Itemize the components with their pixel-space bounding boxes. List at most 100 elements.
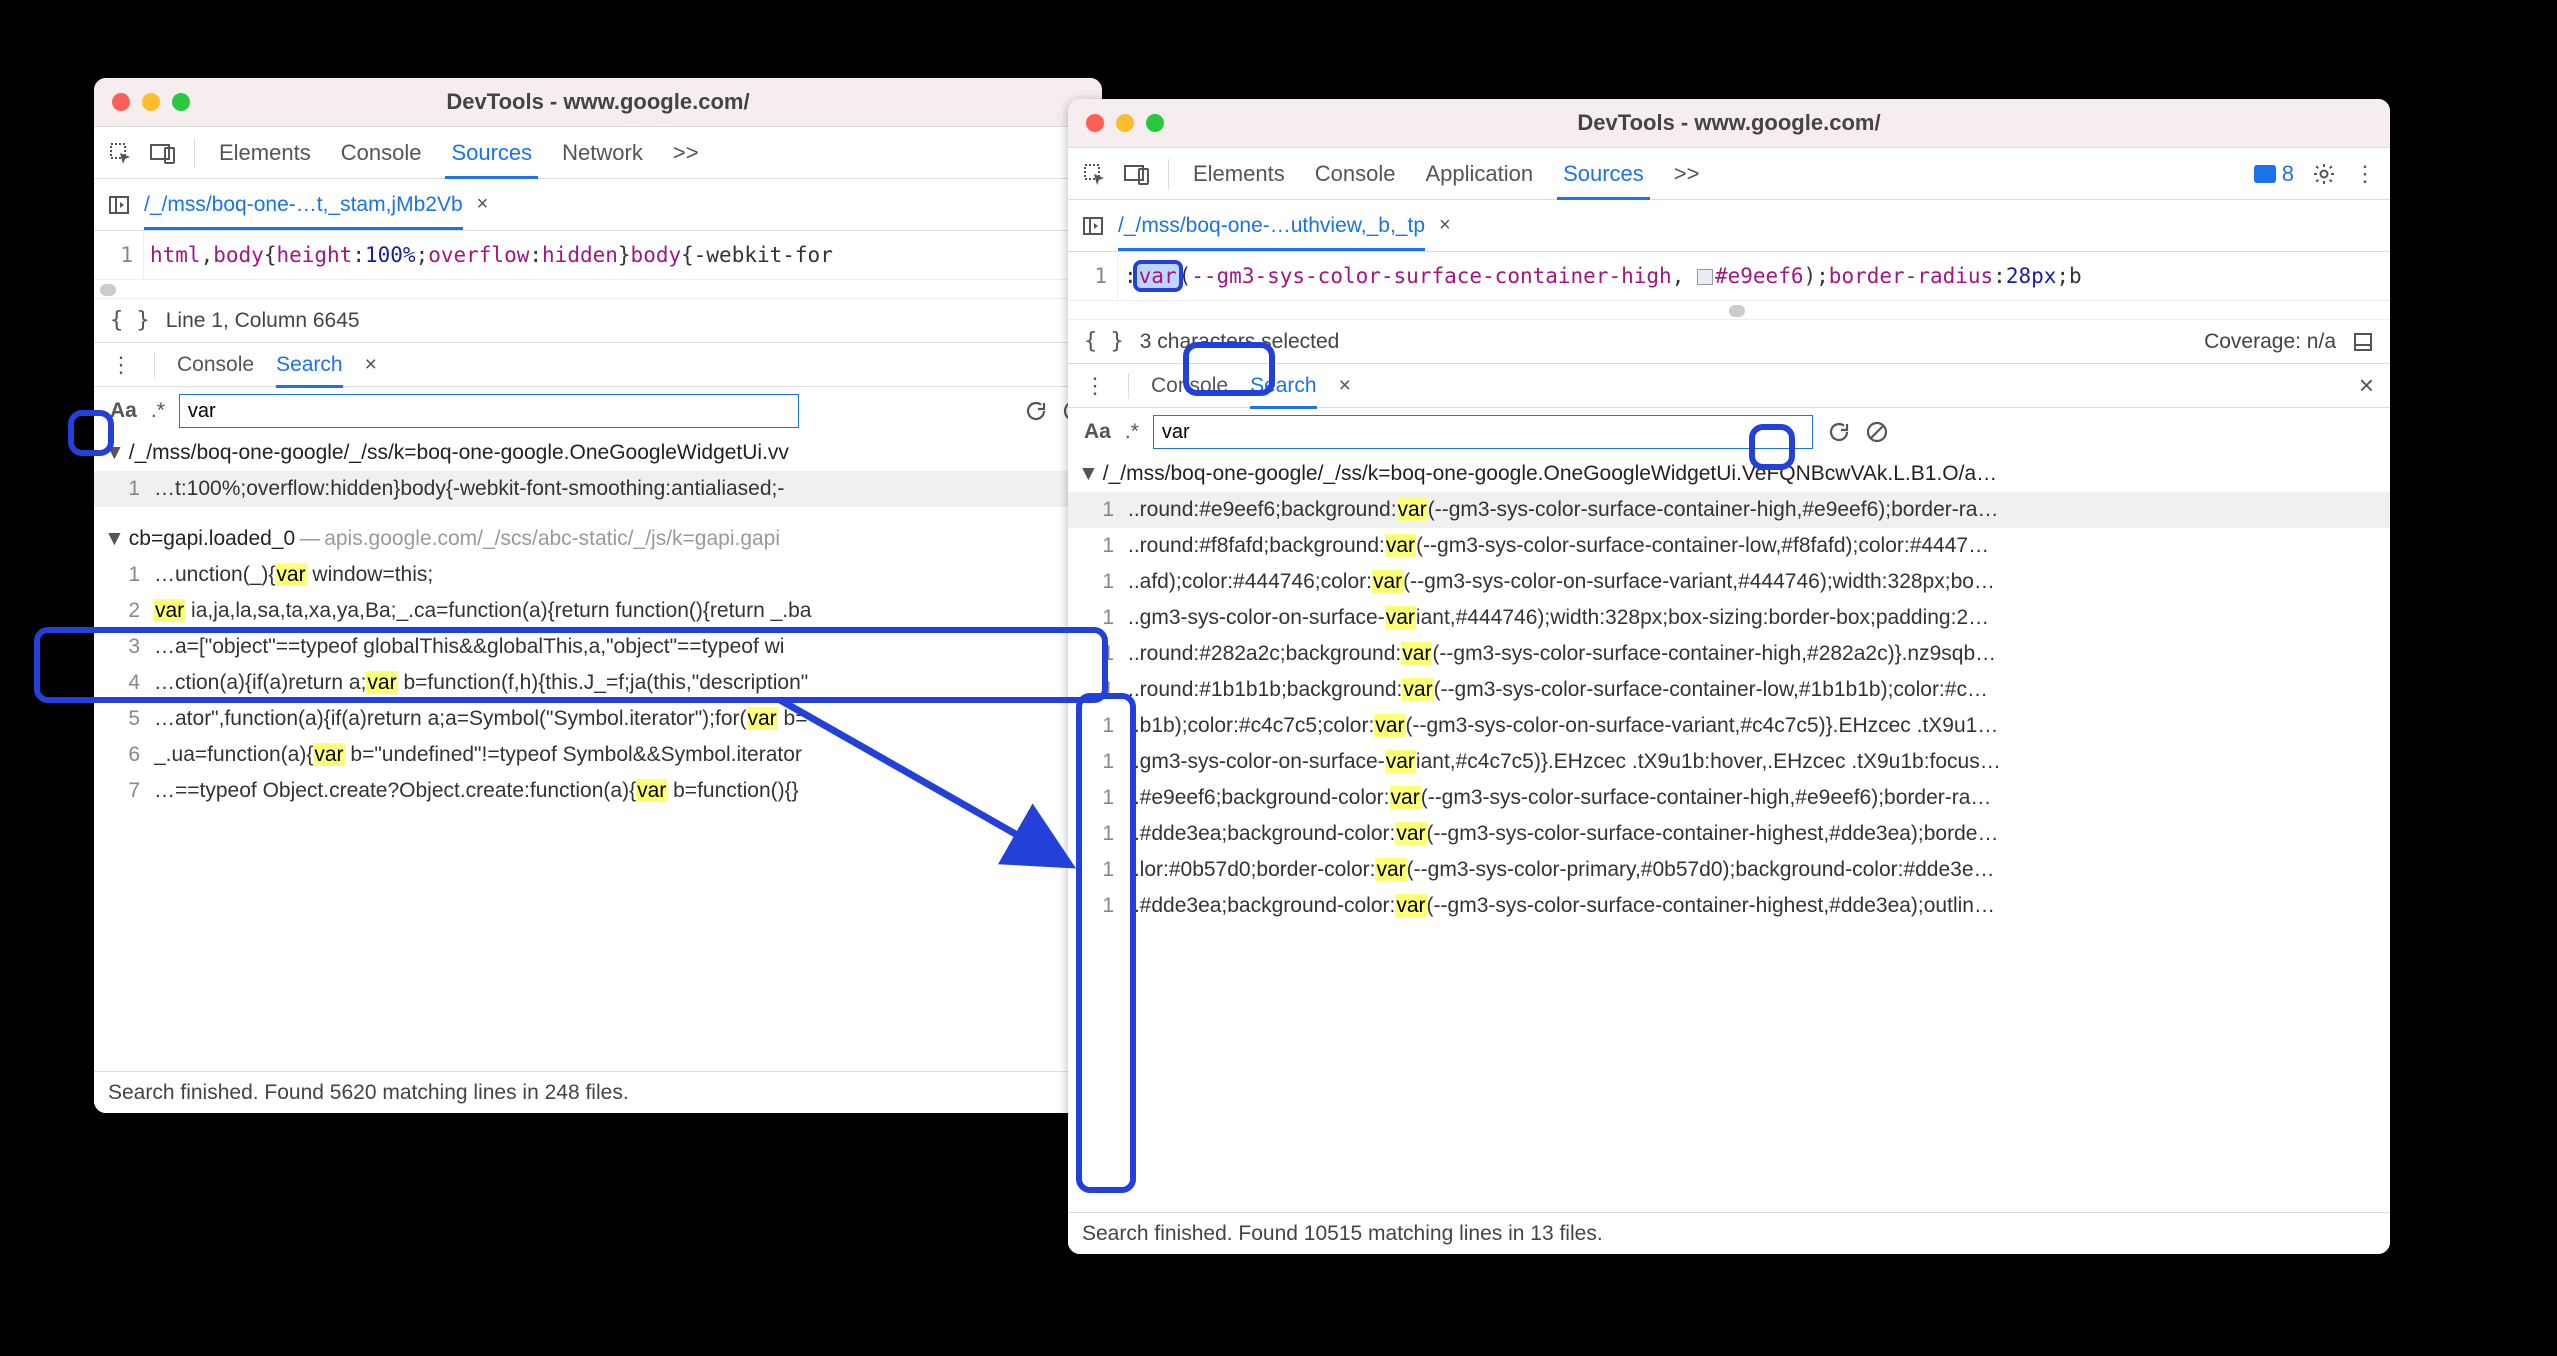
close-file-icon[interactable]: × — [1439, 214, 1451, 237]
search-result-row[interactable]: 1..gm3-sys-color-on-surface-variant,#c4c… — [1068, 744, 2390, 780]
search-result-row[interactable]: 1 …t:100%;overflow:hidden}body{-webkit-f… — [94, 471, 1102, 507]
close-window-button[interactable] — [112, 93, 130, 111]
search-result-row[interactable]: 5…ator",function(a){if(a)return a;a=Symb… — [94, 701, 1102, 737]
result-text: ..round:#e9eef6;background:var(--gm3-sys… — [1128, 492, 2380, 528]
result-text: …t:100%;overflow:hidden}body{-webkit-fon… — [154, 471, 1092, 507]
window-title: DevTools - www.google.com/ — [1068, 110, 2390, 136]
refresh-search-icon[interactable] — [1827, 420, 1851, 444]
tab-elements[interactable]: Elements — [213, 140, 317, 166]
inspect-element-icon[interactable] — [1082, 162, 1106, 186]
search-result-row[interactable]: 1..round:#e9eef6;background:var(--gm3-sy… — [1068, 492, 2390, 528]
result-file-header[interactable]: ▼ /_/mss/boq-one-google/_/ss/k=boq-one-g… — [1068, 456, 2390, 492]
window-title: DevTools - www.google.com/ — [94, 89, 1102, 115]
tabs-overflow[interactable]: >> — [667, 140, 705, 166]
result-file-header[interactable]: ▼ cb=gapi.loaded_0 — apis.google.com/_/s… — [94, 521, 1102, 557]
horizontal-scrollbar[interactable] — [94, 279, 1102, 299]
search-result-row[interactable]: 4…ction(a){if(a)return a;var b=function(… — [94, 665, 1102, 701]
coverage-status: Coverage: n/a — [2204, 330, 2336, 354]
tab-console[interactable]: Console — [335, 140, 428, 166]
search-input[interactable] — [1153, 415, 1813, 449]
disclosure-triangle-icon[interactable]: ▼ — [1078, 456, 1099, 492]
close-window-button[interactable] — [1086, 114, 1104, 132]
coverage-toggle-icon[interactable] — [2352, 331, 2374, 353]
maximize-window-button[interactable] — [1146, 114, 1164, 132]
code-line[interactable]: html,body{height:100%;overflow:hidden}bo… — [144, 231, 1102, 279]
issues-count: 8 — [2282, 161, 2294, 187]
search-result-row[interactable]: 1..round:#282a2c;background:var(--gm3-sy… — [1068, 636, 2390, 672]
search-result-row[interactable]: 1..afd);color:#444746;color:var(--gm3-sy… — [1068, 564, 2390, 600]
search-result-row[interactable]: 1..gm3-sys-color-on-surface-variant,#444… — [1068, 600, 2390, 636]
refresh-search-icon[interactable] — [1024, 399, 1048, 423]
search-result-row[interactable]: 1..#e9eef6;background-color:var(--gm3-sy… — [1068, 780, 2390, 816]
pretty-print-icon[interactable]: { } — [1084, 329, 1124, 354]
search-result-row[interactable]: 1..#dde3ea;background-color:var(--gm3-sy… — [1068, 816, 2390, 852]
code-editor[interactable]: 1 html,body{height:100%;overflow:hidden}… — [94, 231, 1102, 279]
search-result-row[interactable]: 1..lor:#0b57d0;border-color:var(--gm3-sy… — [1068, 852, 2390, 888]
tab-elements[interactable]: Elements — [1187, 161, 1291, 187]
scrollbar-thumb[interactable] — [100, 284, 116, 296]
disclosure-triangle-icon[interactable]: ▼ — [104, 435, 125, 471]
minimize-window-button[interactable] — [142, 93, 160, 111]
color-swatch-icon[interactable] — [1697, 269, 1713, 285]
result-text: var ia,ja,la,sa,ta,xa,ya,Ba;_.ca=functio… — [154, 593, 1092, 629]
result-file-name: cb=gapi.loaded_0 — [129, 521, 295, 557]
code-editor[interactable]: 1 :var(--gm3-sys-color-surface-container… — [1068, 252, 2390, 300]
inspect-element-icon[interactable] — [108, 141, 132, 165]
drawer-close-icon[interactable]: × — [1339, 374, 1351, 398]
titlebar[interactable]: DevTools - www.google.com/ — [94, 78, 1102, 127]
settings-icon[interactable] — [2312, 162, 2336, 186]
device-toggle-icon[interactable] — [1124, 163, 1150, 185]
drawer-kebab-icon[interactable]: ⋮ — [110, 352, 132, 378]
drawer-tab-search[interactable]: Search — [276, 353, 343, 388]
kebab-menu-icon[interactable]: ⋮ — [2354, 161, 2376, 187]
search-result-row[interactable]: 1..b1b);color:#c4c7c5;color:var(--gm3-sy… — [1068, 708, 2390, 744]
titlebar[interactable]: DevTools - www.google.com/ — [1068, 99, 2390, 148]
code-line[interactable]: :var(--gm3-sys-color-surface-container-h… — [1118, 252, 2390, 300]
tab-console[interactable]: Console — [1309, 161, 1402, 187]
pretty-print-icon[interactable]: { } — [110, 308, 150, 333]
drawer-hide-icon[interactable]: × — [2359, 370, 2374, 401]
tab-sources[interactable]: Sources — [445, 140, 538, 179]
drawer-tabs: ⋮ Console Search × × — [1068, 364, 2390, 408]
selection-status: 3 characters selected — [1140, 330, 1340, 354]
search-result-row[interactable]: 1…unction(_){var window=this; — [94, 557, 1102, 593]
drawer-tab-console[interactable]: Console — [177, 353, 254, 377]
drawer-close-icon[interactable]: × — [365, 353, 377, 377]
maximize-window-button[interactable] — [172, 93, 190, 111]
navigator-toggle-icon[interactable] — [1082, 215, 1104, 237]
match-case-toggle[interactable]: Aa — [1084, 420, 1111, 444]
minimize-window-button[interactable] — [1116, 114, 1134, 132]
tabs-overflow[interactable]: >> — [1668, 161, 1706, 187]
navigator-toggle-icon[interactable] — [108, 194, 130, 216]
line-number: 1 — [1068, 252, 1118, 300]
tab-application[interactable]: Application — [1419, 161, 1539, 187]
result-line-number: 4 — [104, 665, 140, 701]
match-case-toggle[interactable]: Aa — [110, 399, 137, 423]
search-result-row[interactable]: 1..#dde3ea;background-color:var(--gm3-sy… — [1068, 888, 2390, 924]
search-result-row[interactable]: 2var ia,ja,la,sa,ta,xa,ya,Ba;_.ca=functi… — [94, 593, 1102, 629]
horizontal-scrollbar[interactable] — [1068, 300, 2390, 320]
close-file-icon[interactable]: × — [477, 193, 489, 216]
tab-network[interactable]: Network — [556, 140, 649, 166]
open-file-tab[interactable]: /_/mss/boq-one-…uthview,_b,_tp — [1118, 214, 1425, 251]
disclosure-triangle-icon[interactable]: ▼ — [104, 521, 125, 557]
device-toggle-icon[interactable] — [150, 142, 176, 164]
drawer-tab-console[interactable]: Console — [1151, 374, 1228, 398]
drawer-kebab-icon[interactable]: ⋮ — [1084, 373, 1106, 399]
result-line-number: 7 — [104, 773, 140, 809]
regex-toggle[interactable]: .* — [151, 399, 165, 423]
issues-badge[interactable]: 8 — [2254, 161, 2294, 187]
search-result-row[interactable]: 7…==typeof Object.create?Object.create:f… — [94, 773, 1102, 809]
drawer-tab-search[interactable]: Search — [1250, 374, 1317, 409]
clear-search-icon[interactable] — [1865, 420, 1889, 444]
tab-sources[interactable]: Sources — [1557, 161, 1650, 200]
regex-toggle[interactable]: .* — [1125, 420, 1139, 444]
search-result-row[interactable]: 1..round:#f8fafd;background:var(--gm3-sy… — [1068, 528, 2390, 564]
search-result-row[interactable]: 6_.ua=function(a){var b="undefined"!=typ… — [94, 737, 1102, 773]
search-result-row[interactable]: 1..round:#1b1b1b;background:var(--gm3-sy… — [1068, 672, 2390, 708]
search-input[interactable] — [179, 394, 799, 428]
scrollbar-thumb[interactable] — [1729, 305, 1745, 317]
search-result-row[interactable]: 3…a=["object"==typeof globalThis&&global… — [94, 629, 1102, 665]
open-file-tab[interactable]: /_/mss/boq-one-…t,_stam,jMb2Vb — [144, 193, 463, 230]
result-file-header[interactable]: ▼ /_/mss/boq-one-google/_/ss/k=boq-one-g… — [94, 435, 1102, 471]
